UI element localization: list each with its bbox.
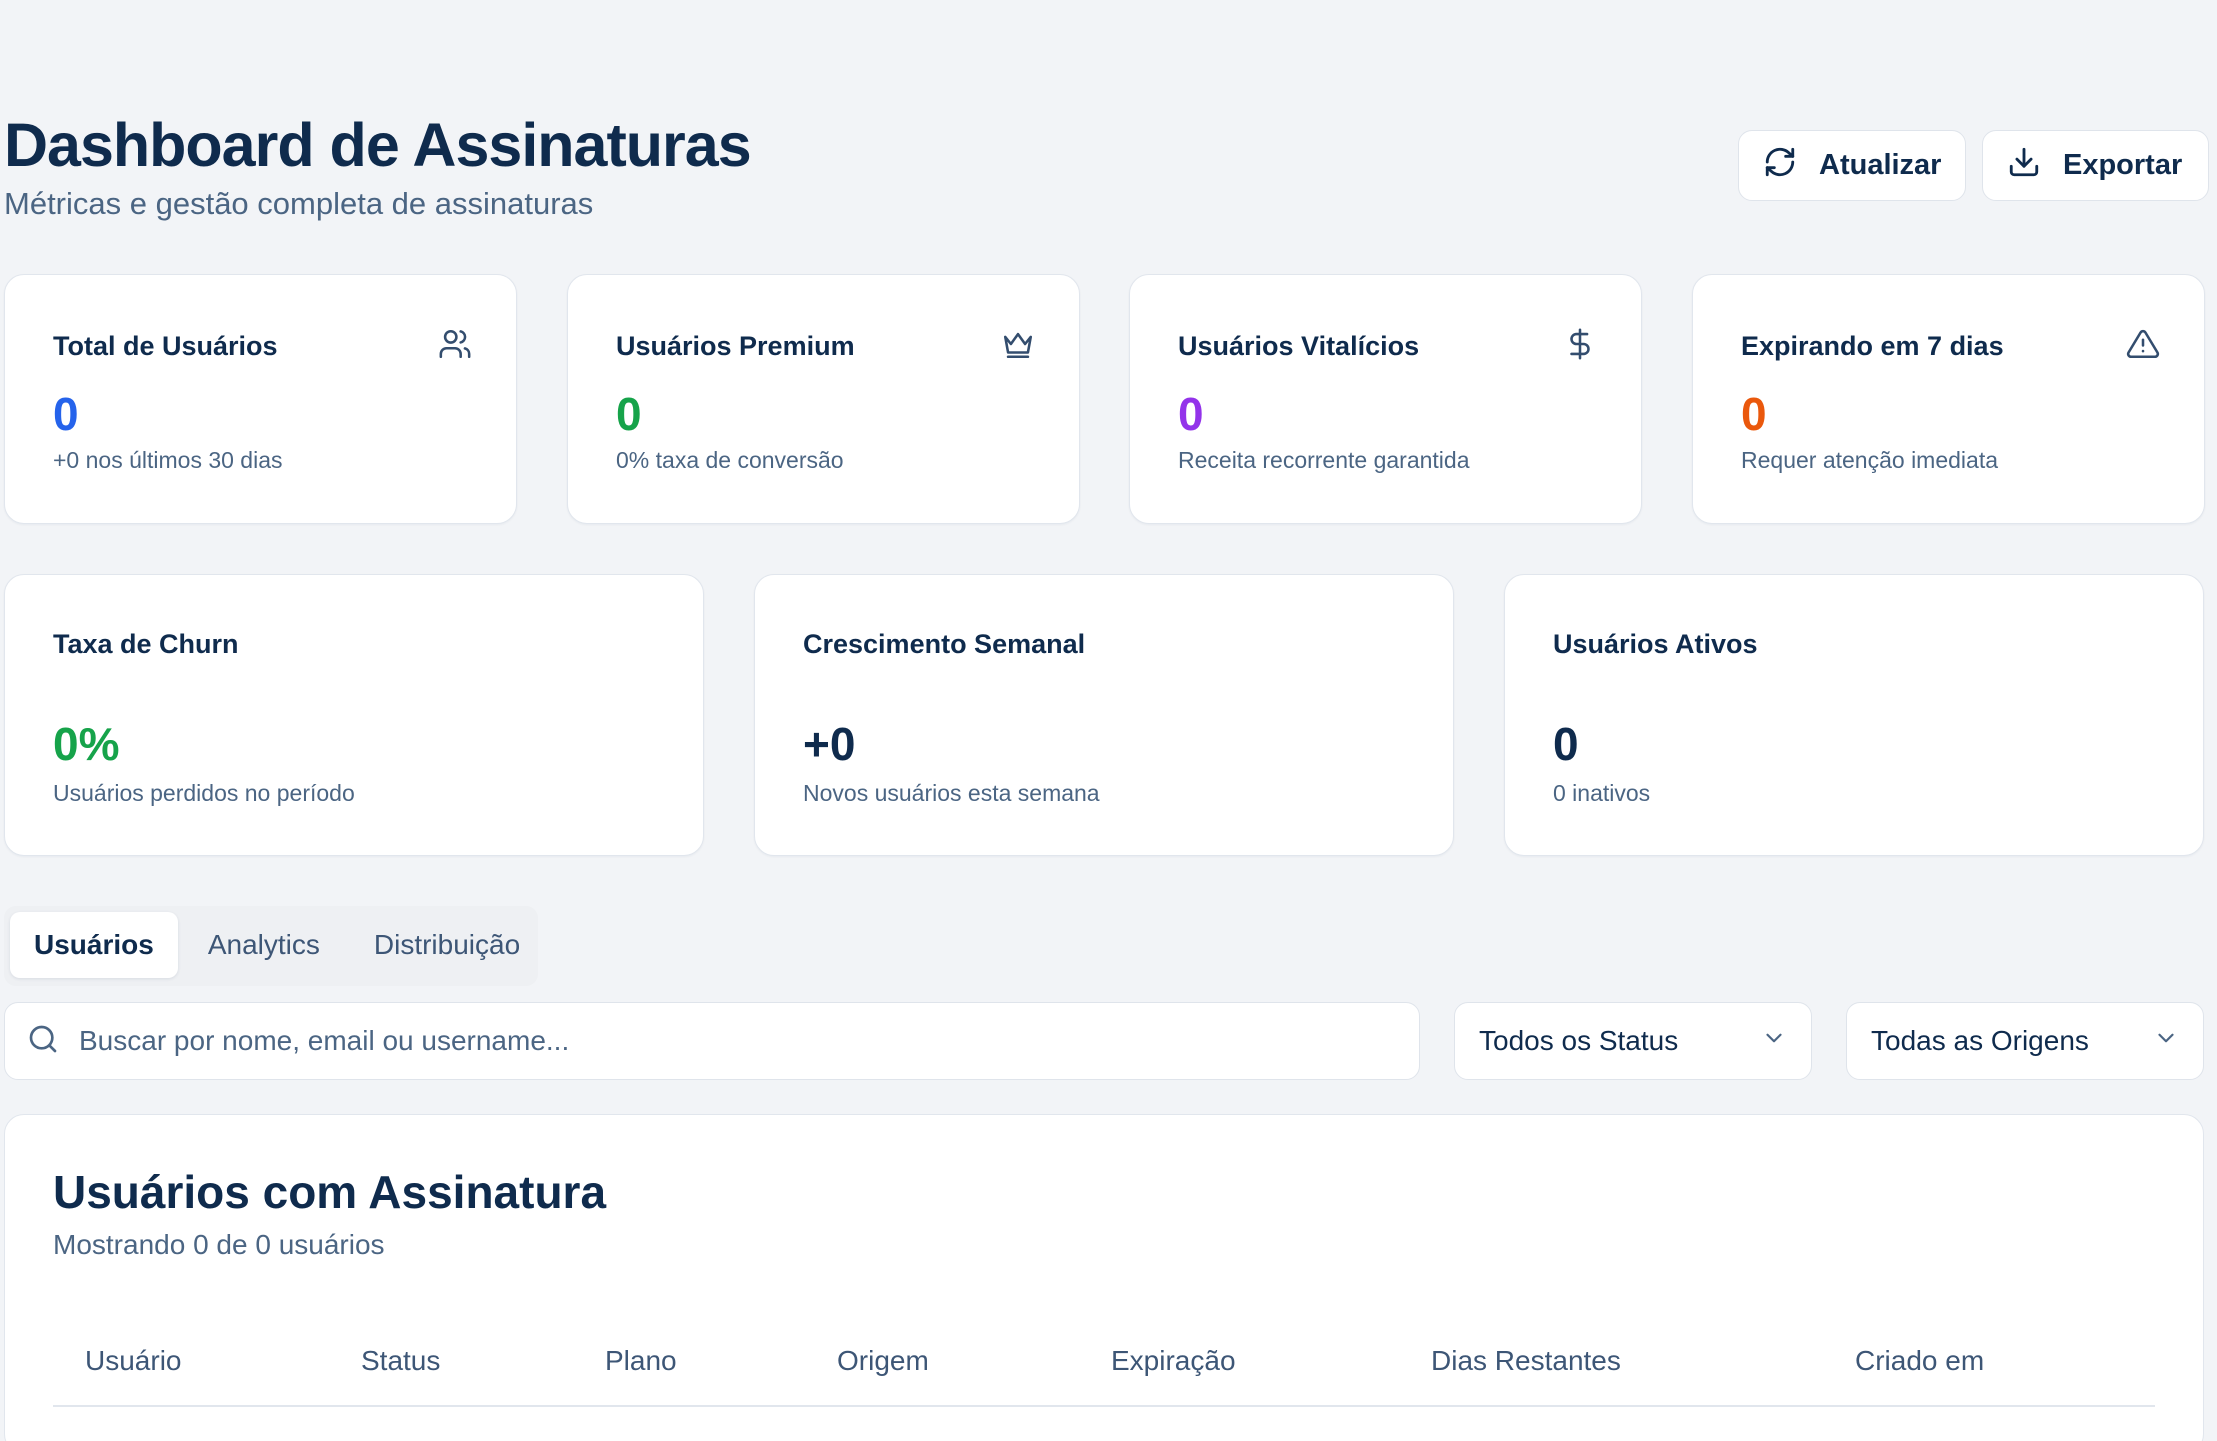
chevron-down-icon	[1761, 1025, 1787, 1058]
metric-card-active-users: Usuários Ativos 0 0 inativos	[1504, 574, 2204, 856]
search-box	[4, 1002, 1420, 1080]
origin-filter-value: Todas as Origens	[1871, 1025, 2089, 1056]
subscribers-table-card: Usuários com Assinatura Mostrando 0 de 0…	[4, 1114, 2204, 1441]
stat-value: 0	[616, 388, 642, 440]
table-title: Usuários com Assinatura	[53, 1166, 607, 1218]
dashboard-page: Dashboard de Assinaturas Métricas e gest…	[0, 0, 2217, 1441]
download-icon	[2007, 145, 2041, 187]
metric-card-churn: Taxa de Churn 0% Usuários perdidos no pe…	[4, 574, 704, 856]
status-filter-select[interactable]: Todos os Status	[1454, 1002, 1812, 1080]
stat-title: Usuários Vitalícios	[1178, 331, 1420, 361]
tab-list: Usuários Analytics Distribuição	[4, 906, 538, 986]
metric-title: Usuários Ativos	[1553, 629, 1758, 659]
dollar-icon	[1563, 327, 1597, 361]
page-header: Dashboard de Assinaturas Métricas e gest…	[4, 110, 2209, 230]
column-header-status[interactable]: Status	[361, 1345, 440, 1377]
alert-triangle-icon	[2126, 327, 2160, 361]
stat-subtext: +0 nos últimos 30 dias	[53, 447, 283, 473]
metric-title: Crescimento Semanal	[803, 629, 1086, 659]
stat-subtext: 0% taxa de conversão	[616, 447, 844, 473]
page-title: Dashboard de Assinaturas	[4, 111, 752, 179]
status-filter-value: Todos os Status	[1479, 1025, 1679, 1056]
stat-subtext: Requer atenção imediata	[1741, 447, 1998, 473]
search-icon	[27, 1023, 59, 1060]
origin-filter-select[interactable]: Todas as Origens	[1846, 1002, 2204, 1080]
refresh-button[interactable]: Atualizar	[1738, 130, 1966, 201]
column-header-days-remaining[interactable]: Dias Restantes	[1431, 1345, 1621, 1377]
metric-subtext: Usuários perdidos no período	[53, 780, 355, 806]
metric-value: +0	[803, 718, 856, 770]
export-button[interactable]: Exportar	[1982, 130, 2209, 201]
metric-value: 0	[1553, 718, 1579, 770]
export-label: Exportar	[2063, 149, 2183, 181]
stat-card-total-users: Total de Usuários 0 +0 nos últimos 30 di…	[4, 274, 517, 524]
tab-users[interactable]: Usuários	[10, 912, 178, 978]
table-subtitle: Mostrando 0 de 0 usuários	[53, 1229, 385, 1260]
tab-analytics[interactable]: Analytics	[184, 912, 344, 978]
refresh-icon	[1763, 145, 1797, 187]
column-header-origin[interactable]: Origem	[837, 1345, 929, 1377]
crown-icon	[1001, 327, 1035, 361]
column-header-expiration[interactable]: Expiração	[1111, 1345, 1236, 1377]
column-header-plan[interactable]: Plano	[605, 1345, 677, 1377]
page-subtitle: Métricas e gestão completa de assinatura…	[4, 186, 594, 221]
users-icon	[438, 327, 472, 361]
metric-subtext: 0 inativos	[1553, 780, 1651, 806]
table-header-row: Usuário Status Plano Origem Expiração Di…	[53, 1335, 2155, 1407]
metric-value: 0%	[53, 718, 120, 770]
search-input[interactable]	[79, 1025, 1379, 1057]
stat-title: Usuários Premium	[616, 331, 855, 361]
stat-card-expiring: Expirando em 7 dias 0 Requer atenção ime…	[1692, 274, 2205, 524]
metric-title: Taxa de Churn	[53, 629, 239, 659]
stat-value: 0	[1178, 388, 1204, 440]
metric-subtext: Novos usuários esta semana	[803, 780, 1100, 806]
column-header-user[interactable]: Usuário	[85, 1345, 181, 1377]
stat-title: Total de Usuários	[53, 331, 278, 361]
stat-card-premium-users: Usuários Premium 0 0% taxa de conversão	[567, 274, 1080, 524]
stat-card-lifetime-users: Usuários Vitalícios 0 Receita recorrente…	[1129, 274, 1642, 524]
refresh-label: Atualizar	[1819, 149, 1942, 181]
chevron-down-icon	[2153, 1025, 2179, 1058]
metric-card-weekly-growth: Crescimento Semanal +0 Novos usuários es…	[754, 574, 1454, 856]
stat-subtext: Receita recorrente garantida	[1178, 447, 1470, 473]
stat-value: 0	[53, 388, 79, 440]
column-header-created-at[interactable]: Criado em	[1855, 1345, 1984, 1377]
stat-value: 0	[1741, 388, 1767, 440]
stat-title: Expirando em 7 dias	[1741, 331, 2004, 361]
tab-distribution[interactable]: Distribuição	[350, 912, 544, 978]
